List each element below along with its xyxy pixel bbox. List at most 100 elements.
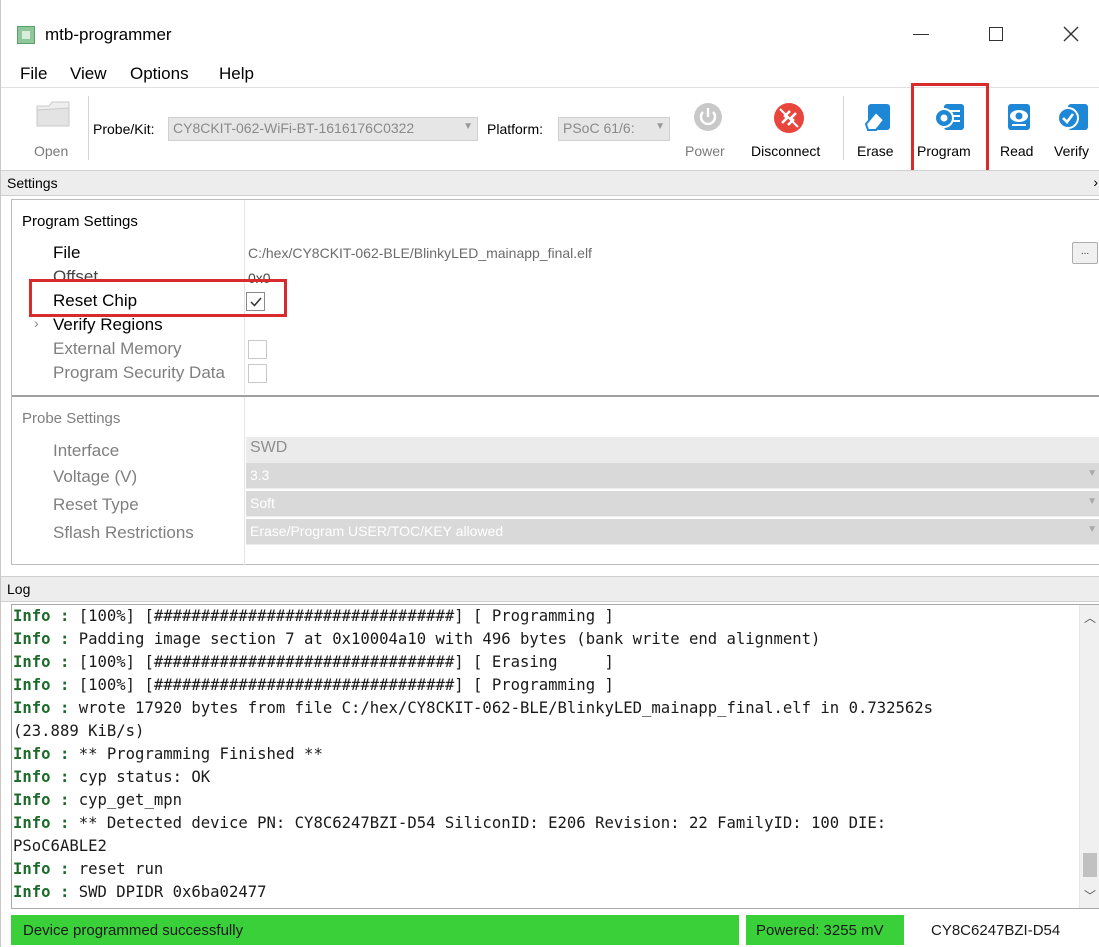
menu-view[interactable]: View <box>70 64 107 84</box>
app-window: mtb-programmer File View Options Help Op… <box>0 0 1099 947</box>
interface-label: Interface <box>53 441 120 460</box>
sflash-select[interactable]: Erase/Program USER/TOC/KEY allowed ▼ <box>246 519 1099 545</box>
status-message: Device programmed successfully <box>11 915 739 945</box>
checkmark-icon <box>250 297 262 307</box>
disconnect-button[interactable]: Disconnect <box>745 88 837 170</box>
log-text: SWD DPIDR 0x6ba02477 <box>69 883 267 901</box>
chevron-right-icon: › <box>1093 174 1098 190</box>
scroll-down-icon[interactable]: ﹀ <box>1084 887 1096 904</box>
log-line: PSoC6ABLE2 <box>13 835 1080 858</box>
log-panel[interactable]: Info : [100%] [#########################… <box>11 604 1099 909</box>
chevron-down-icon: ▼ <box>655 121 665 132</box>
menu-file[interactable]: File <box>20 64 47 84</box>
power-status: Powered: 3255 mV <box>746 915 904 945</box>
platform-label: Platform: <box>487 121 544 137</box>
log-header[interactable]: Log <box>1 576 1099 602</box>
voltage-value: 3.3 <box>250 467 270 483</box>
log-level: Info : <box>13 791 70 809</box>
offset-value[interactable]: 0x0 <box>248 270 271 286</box>
app-icon <box>17 26 35 44</box>
log-text: cyp status: OK <box>69 768 211 786</box>
maximize-button[interactable] <box>971 14 1021 54</box>
probe-label: Probe/Kit: <box>93 121 155 137</box>
log-scrollbar[interactable]: ︿ ﹀ <box>1079 605 1099 908</box>
chevron-down-icon: ▼ <box>1087 524 1097 535</box>
log-header-label: Log <box>7 581 31 597</box>
menu-bar: File View Options Help <box>1 62 1099 86</box>
log-line: Info : SWD DPIDR 0x6ba02477 <box>13 881 1080 904</box>
device-status: CY8C6247BZI-D54 <box>931 922 1061 939</box>
platform-value: PSoC 61/6: <box>563 120 635 136</box>
power-button[interactable]: Power <box>681 88 737 170</box>
log-level: Info : <box>13 699 70 717</box>
maximize-icon <box>989 27 1003 41</box>
settings-panel: Program Settings File C:/hex/CY8CKIT-062… <box>11 199 1099 565</box>
verify-label: Verify <box>1054 143 1090 159</box>
read-button[interactable]: Read <box>993 88 1043 170</box>
column-divider <box>244 397 245 565</box>
log-text: (23.889 KiB/s) <box>13 722 145 740</box>
close-button[interactable] <box>1046 14 1096 54</box>
log-text: ** Programming Finished ** <box>69 745 323 763</box>
log-line: Info : ** Programming Finished ** <box>13 743 1080 766</box>
reset-chip-checkbox[interactable] <box>246 292 265 311</box>
program-security-checkbox[interactable] <box>248 364 267 383</box>
program-settings-title: Program Settings <box>22 213 138 230</box>
log-line: Info : [100%] [#########################… <box>13 605 1080 628</box>
settings-header[interactable]: Settings › <box>1 170 1099 196</box>
chevron-right-icon[interactable]: › <box>34 315 39 331</box>
close-icon <box>1063 26 1079 42</box>
log-text: ** Detected device PN: CY8C6247BZI-D54 S… <box>69 814 887 832</box>
settings-header-label: Settings <box>7 175 58 191</box>
read-label: Read <box>1000 143 1034 159</box>
probe-value: CY8CKIT-062-WiFi-BT-1616176C0322 <box>173 120 415 136</box>
minimize-icon <box>913 33 929 35</box>
scroll-up-icon[interactable]: ︿ <box>1084 609 1096 626</box>
external-memory-checkbox[interactable] <box>248 340 267 359</box>
minimize-button[interactable] <box>896 14 946 54</box>
title-bar: mtb-programmer <box>1 0 1099 60</box>
probe-settings-title: Probe Settings <box>22 410 121 427</box>
menu-help[interactable]: Help <box>219 64 254 84</box>
log-line: (23.889 KiB/s) <box>13 720 1080 743</box>
column-divider <box>244 200 245 394</box>
menu-options[interactable]: Options <box>130 64 189 84</box>
verify-button[interactable]: Verify <box>1045 88 1099 170</box>
log-line: Info : wrote 17920 bytes from file C:/he… <box>13 697 1080 720</box>
browse-button[interactable]: ... <box>1072 242 1098 264</box>
sflash-value: Erase/Program USER/TOC/KEY allowed <box>250 523 504 539</box>
log-level: Info : <box>13 745 70 763</box>
erase-button[interactable]: Erase <box>851 88 907 170</box>
program-button[interactable]: Program <box>913 88 985 170</box>
offset-label: Offset <box>53 267 99 286</box>
file-path-value[interactable]: C:/hex/CY8CKIT-062-BLE/BlinkyLED_mainapp… <box>248 245 592 261</box>
power-label: Power <box>685 143 725 159</box>
log-text: PSoC6ABLE2 <box>13 837 107 855</box>
log-line: Info : cyp status: OK <box>13 766 1080 789</box>
program-label: Program <box>917 143 971 159</box>
log-level: Info : <box>13 814 70 832</box>
reset-type-select[interactable]: Soft ▼ <box>246 491 1099 517</box>
chevron-down-icon: ▼ <box>1087 496 1097 507</box>
voltage-select[interactable]: 3.3 ▼ <box>246 463 1099 489</box>
toolbar: Open Probe/Kit: CY8CKIT-062-WiFi-BT-1616… <box>1 83 1099 174</box>
log-level: Info : <box>13 630 70 648</box>
status-bar: Device programmed successfully Powered: … <box>1 913 1099 947</box>
platform-select[interactable]: PSoC 61/6: ▼ <box>558 117 670 141</box>
log-level: Info : <box>13 653 70 671</box>
log-line: Info : [100%] [#########################… <box>13 651 1080 674</box>
erase-label: Erase <box>857 143 894 159</box>
log-level: Info : <box>13 860 70 878</box>
sflash-label: Sflash Restrictions <box>53 523 194 542</box>
open-button[interactable]: Open <box>15 88 85 170</box>
log-text: [100%] [################################… <box>69 653 614 671</box>
erase-icon <box>864 104 890 131</box>
chevron-down-icon: ▼ <box>463 121 473 132</box>
verify-regions-label[interactable]: Verify Regions <box>53 315 163 335</box>
toolbar-separator <box>88 96 89 160</box>
external-memory-label: External Memory <box>53 339 182 358</box>
scroll-thumb[interactable] <box>1083 853 1097 877</box>
probe-select[interactable]: CY8CKIT-062-WiFi-BT-1616176C0322 ▼ <box>168 117 478 141</box>
voltage-label: Voltage (V) <box>53 467 138 486</box>
disconnect-label: Disconnect <box>751 143 821 159</box>
